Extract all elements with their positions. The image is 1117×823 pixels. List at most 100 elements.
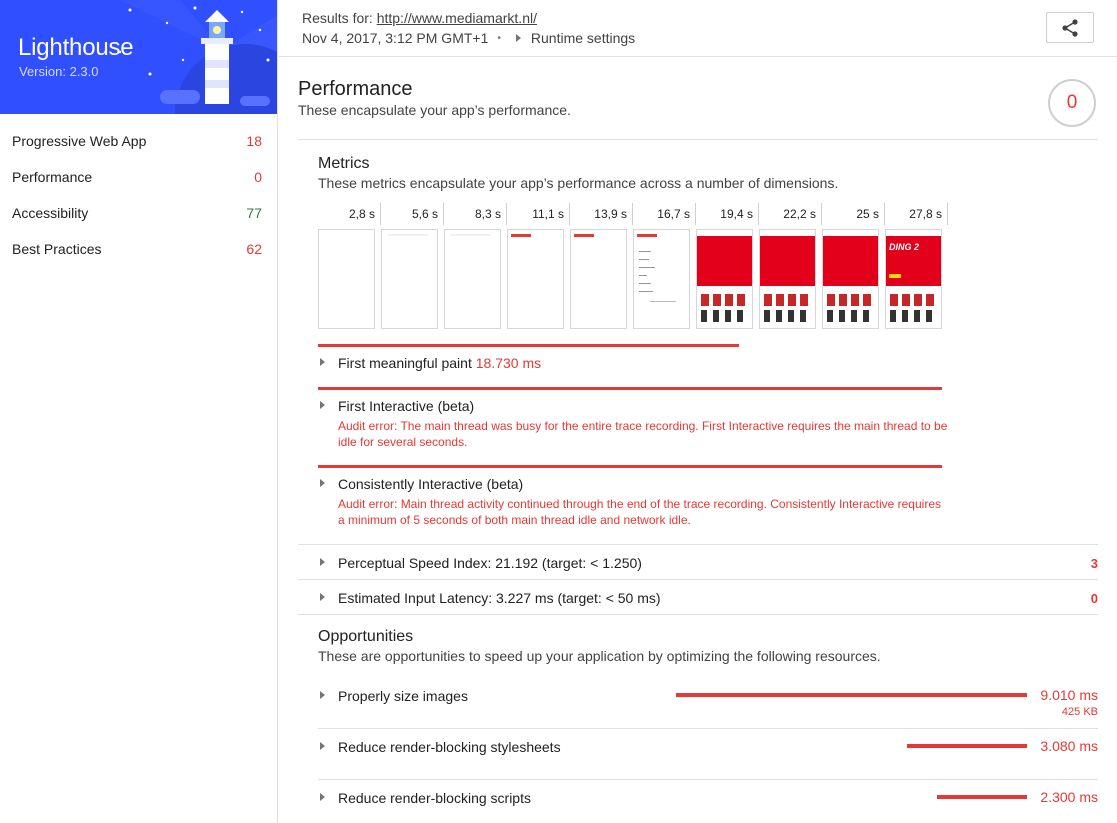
expand-triangle-icon[interactable] — [320, 742, 325, 750]
metric-timing-bar — [318, 465, 942, 468]
category-performance[interactable]: Performance 0 — [0, 159, 277, 195]
expand-triangle-icon[interactable] — [320, 558, 325, 566]
divider — [298, 139, 1098, 140]
app-title: Lighthouse — [18, 34, 134, 61]
opportunity-label: Reduce render-blocking stylesheets — [338, 739, 561, 755]
frame-thumbnail — [507, 229, 564, 329]
metric-consistently-interactive[interactable]: Consistently Interactive (beta) Audit er… — [318, 473, 1098, 543]
divider — [298, 544, 1098, 545]
film-frame: 25 s — [822, 203, 885, 333]
category-label: Performance — [12, 169, 93, 185]
performance-score-gauge: 0 — [1048, 79, 1096, 127]
report-main: Performance These encapsulate your app’s… — [279, 58, 1117, 823]
category-progressive-web-app[interactable]: Progressive Web App 18 — [0, 123, 277, 159]
performance-score: 0 — [1066, 92, 1078, 113]
app-version: Version: 2.3.0 — [19, 64, 99, 79]
metric-score: 0 — [1090, 591, 1098, 606]
category-score: 0 — [254, 169, 262, 185]
separator-dot: • — [497, 32, 501, 44]
metric-perceptual-speed-index[interactable]: Perceptual Speed Index: 21.192 (target: … — [318, 552, 1098, 578]
opportunity-savings-ms: 2.300 ms — [1040, 789, 1098, 805]
section-description: These encapsulate your app’s performance… — [298, 102, 571, 118]
frame-thumbnail — [381, 229, 438, 329]
frame-time: 2,8 s — [348, 207, 375, 221]
lighthouse-header-banner: Lighthouse Version: 2.3.0 — [0, 0, 277, 114]
metric-first-interactive[interactable]: First Interactive (beta) Audit error: Th… — [318, 395, 1098, 465]
frame-thumbnail — [570, 229, 627, 329]
expand-triangle-icon[interactable] — [320, 593, 325, 601]
category-score: 62 — [246, 241, 262, 257]
report-meta: Nov 4, 2017, 3:12 PM GMT+1 • Runtime set… — [302, 30, 635, 46]
share-button[interactable] — [1046, 12, 1094, 43]
film-frame: 2,8 s — [318, 203, 381, 333]
metric-timing-bar — [318, 387, 942, 390]
frame-time: 27,8 s — [909, 207, 942, 221]
divider — [318, 728, 1098, 729]
expand-triangle-icon[interactable] — [320, 793, 325, 801]
frame-time: 16,7 s — [657, 207, 690, 221]
frame-time: 19,4 s — [720, 207, 753, 221]
expand-triangle-icon[interactable] — [320, 358, 325, 366]
tested-url-link[interactable]: http://www.mediamarkt.nl/ — [377, 10, 537, 26]
opportunity-savings-ms: 3.080 ms — [1040, 738, 1098, 754]
film-frame: 11,1 s — [507, 203, 570, 333]
results-prefix: Results for: — [302, 10, 373, 26]
frame-thumbnail — [444, 229, 501, 329]
film-frame: 5,6 s — [381, 203, 444, 333]
film-frame: 22,2 s — [759, 203, 822, 333]
results-for: Results for: http://www.mediamarkt.nl/ — [302, 10, 537, 26]
opportunity-savings-ms: 9.010 ms — [1040, 687, 1098, 703]
category-accessibility[interactable]: Accessibility 77 — [0, 195, 277, 231]
metric-value: 18.730 ms — [475, 355, 542, 371]
frame-tick — [947, 203, 948, 225]
film-frame: 27,8 s DING 2 — [885, 203, 948, 333]
frame-thumbnail: DING 2 — [885, 229, 942, 329]
expand-triangle-icon[interactable] — [320, 479, 325, 487]
metric-first-meaningful-paint[interactable]: First meaningful paint 18.730 ms — [318, 352, 1098, 392]
opportunity-label: Properly size images — [338, 688, 468, 704]
opportunity-savings-bar — [937, 795, 1027, 799]
audit-error: Audit error: The main thread was busy fo… — [338, 419, 948, 449]
category-score: 77 — [246, 205, 262, 221]
opportunity-render-blocking-scripts[interactable]: Reduce render-blocking scripts — [318, 787, 1098, 817]
frame-thumbnail — [696, 229, 753, 329]
metric-name: First meaningful paint — [338, 355, 472, 371]
opportunity-label: Reduce render-blocking scripts — [338, 790, 531, 806]
expand-triangle-icon[interactable] — [320, 691, 325, 699]
category-label: Accessibility — [12, 205, 89, 221]
metric-label: Consistently Interactive (beta) — [338, 476, 524, 492]
metric-label: Estimated Input Latency: 3.227 ms (targe… — [338, 590, 661, 606]
runtime-settings-toggle[interactable]: Runtime settings — [531, 30, 635, 46]
opportunities-description: These are opportunities to speed up your… — [318, 648, 881, 664]
expand-triangle-icon[interactable] — [515, 34, 521, 42]
category-list: Progressive Web App 18 Performance 0 Acc… — [0, 123, 277, 267]
metric-estimated-input-latency[interactable]: Estimated Input Latency: 3.227 ms (targe… — [318, 587, 1098, 613]
metric-label: First meaningful paint 18.730 ms — [338, 355, 541, 371]
divider — [298, 579, 1098, 580]
frame-time: 5,6 s — [411, 207, 438, 221]
share-icon — [1062, 18, 1078, 37]
opportunity-render-blocking-stylesheets[interactable]: Reduce render-blocking stylesheets — [318, 736, 1098, 776]
banner-text: DING 2 — [889, 242, 920, 252]
sidebar: Lighthouse Version: 2.3.0 Progressive We… — [0, 0, 278, 823]
metrics-title: Metrics — [318, 155, 370, 172]
frame-thumbnail — [759, 229, 816, 329]
opportunity-savings-bar — [907, 744, 1027, 748]
section-title: Performance — [298, 78, 413, 100]
expand-triangle-icon[interactable] — [320, 401, 325, 409]
filmstrip: 2,8 s 5,6 s 8,3 s 11,1 s 13,9 s 16,7 s 1… — [318, 203, 948, 333]
divider — [298, 614, 1098, 615]
film-frame: 19,4 s — [696, 203, 759, 333]
report-header: Results for: http://www.mediamarkt.nl/ N… — [279, 0, 1117, 57]
metrics-description: These metrics encapsulate your app’s per… — [318, 175, 839, 191]
metric-label: Perceptual Speed Index: 21.192 (target: … — [338, 555, 642, 571]
opportunity-savings-kb: 425 KB — [1061, 706, 1098, 718]
audit-error: Audit error: Main thread activity contin… — [338, 497, 941, 527]
opportunity-savings-bar — [676, 693, 1027, 697]
category-score: 18 — [246, 133, 262, 149]
opportunity-properly-size-images[interactable]: Properly size images — [318, 685, 1098, 725]
film-frame: 8,3 s — [444, 203, 507, 333]
divider — [318, 779, 1098, 780]
film-frame: 16,7 s — [633, 203, 696, 333]
category-best-practices[interactable]: Best Practices 62 — [0, 231, 277, 267]
